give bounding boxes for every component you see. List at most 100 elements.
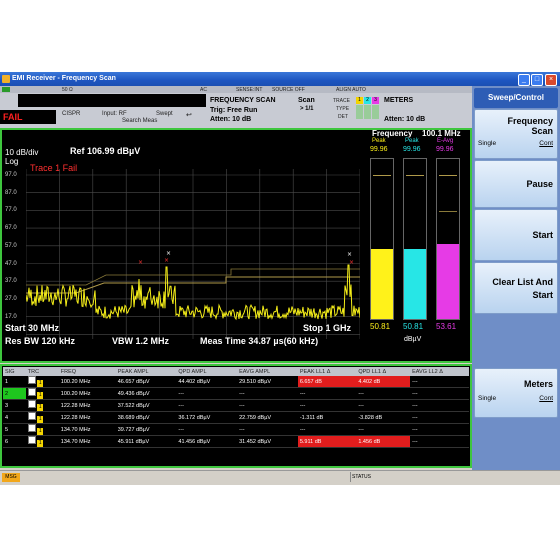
table-row[interactable]: 4 1 122.28 MHz 38.689 dBµV 36.172 dBµV 22.75…: [3, 411, 469, 424]
sense-label: SENSE:INT: [236, 87, 263, 93]
cell-sig: 6: [3, 435, 26, 448]
row-trace-number: 1: [37, 440, 44, 447]
frequency-scan-softkey[interactable]: Frequency Scan Single Cont: [474, 109, 558, 159]
meters-label: METERS: [384, 97, 414, 104]
marker-4: ×: [347, 251, 352, 258]
source-label: SOURCE OFF: [272, 87, 305, 93]
row-trace-number: 1: [37, 428, 44, 435]
frequency-scan-single: Single: [478, 140, 497, 147]
cell-freq: 134.70 MHz: [58, 435, 116, 448]
msg-indicator[interactable]: MSG: [2, 473, 20, 482]
trace-2-indicator: 2: [364, 97, 371, 104]
meter-unit: dBµV: [404, 336, 422, 343]
maximize-button[interactable]: □: [531, 74, 543, 86]
stop-frequency[interactable]: Stop 1 GHz: [303, 323, 351, 333]
clear-list-label-2: Start: [532, 290, 553, 300]
atten-right-label[interactable]: Atten: 10 dB: [384, 116, 425, 123]
col-freq[interactable]: FREQ: [58, 367, 116, 376]
row-trace-number: 1: [37, 380, 44, 387]
y-tick-label: 47.0: [5, 260, 17, 267]
meter-3-reading: 53.61: [436, 322, 457, 331]
row-checkbox[interactable]: [27, 412, 36, 420]
col-qpd-delta[interactable]: QPD LL1 Δ: [356, 367, 411, 376]
table-row[interactable]: 3 1 122.28 MHz 37.522 dBµV --- --- --- --- ---: [3, 399, 469, 412]
log-label: Log: [5, 157, 19, 166]
meter-2-fill: [404, 248, 426, 319]
cell-trc[interactable]: 1: [25, 423, 59, 436]
cell-eavg-delta: ---: [410, 423, 469, 436]
cell-trc[interactable]: 1: [25, 387, 59, 400]
cell-sig: 3: [3, 399, 26, 412]
cell-peak-delta: 6.657 dB: [297, 376, 357, 388]
table-row[interactable]: 5 1 134.70 MHz 39.727 dBµV --- --- --- --- ---: [3, 423, 469, 436]
cell-qpd-delta: ---: [356, 399, 411, 412]
y-tick-label: 27.0: [5, 295, 17, 302]
cell-peak-ampl: 37.522 dBµV: [115, 399, 177, 412]
cell-freq: 122.28 MHz: [58, 411, 116, 424]
clear-list-softkey[interactable]: Clear List And Start: [474, 262, 558, 314]
status-bar: [0, 470, 560, 485]
close-button[interactable]: ×: [545, 74, 557, 86]
cell-sig: 5: [3, 423, 26, 436]
vbw[interactable]: VBW 1.2 MHz: [112, 336, 169, 346]
align-label: ALIGN AUTO: [336, 87, 366, 93]
table-row[interactable]: 6 1 134.70 MHz 45.911 dBµV 41.456 dBµV 31.45…: [3, 435, 469, 448]
ref-level[interactable]: Ref 106.99 dBµV: [70, 146, 140, 156]
table-row[interactable]: 2 1 100.20 MHz 49.436 dBµV --- --- --- --- ---: [3, 387, 469, 400]
det-label: DET: [338, 114, 348, 120]
start-frequency[interactable]: Start 30 MHz: [5, 323, 59, 333]
table-row[interactable]: 1 1 100.20 MHz 46.657 dBµV 44.402 dBµV 29.51…: [3, 376, 469, 388]
row-checkbox[interactable]: [27, 436, 36, 444]
type-label: TYPE: [336, 106, 350, 112]
pause-label: Pause: [526, 179, 553, 189]
pause-softkey[interactable]: Pause: [474, 160, 558, 208]
cell-freq: 100.20 MHz: [58, 376, 116, 388]
col-trc[interactable]: TRC: [25, 367, 59, 376]
row-checkbox[interactable]: [27, 400, 36, 408]
cell-eavg-ampl: 22.759 dBµV: [237, 411, 298, 424]
cell-trc[interactable]: 1: [25, 411, 59, 424]
col-peak-delta[interactable]: PEAK LL1 Δ: [297, 367, 357, 376]
cell-trc[interactable]: 1: [25, 399, 59, 412]
trace-label: TRACE: [333, 98, 350, 104]
spectrum-graph[interactable]: × × × × ×: [26, 169, 360, 339]
row-checkbox[interactable]: [27, 424, 36, 432]
start-label: Start: [532, 230, 553, 240]
status-separator: [350, 472, 351, 482]
table-header-row: SIG TRC FREQ PEAK AMPL QPD AMPL EAVG AMP…: [3, 367, 469, 376]
cell-trc[interactable]: 1: [25, 376, 59, 388]
trigger-label[interactable]: Trig: Free Run: [210, 107, 257, 114]
start-softkey[interactable]: Start: [474, 209, 558, 261]
col-sig[interactable]: SIG: [3, 367, 26, 376]
meas-time: Meas Time 34.87 µs(60 kHz): [200, 336, 319, 346]
cell-eavg-delta: ---: [410, 411, 469, 424]
atten-left-label[interactable]: Atten: 10 dB: [210, 116, 251, 123]
cell-trc[interactable]: 1: [25, 435, 59, 448]
minimize-button[interactable]: _: [518, 74, 530, 86]
col-eavg-ampl[interactable]: EAVG AMPL: [237, 367, 298, 376]
col-peak-ampl[interactable]: PEAK AMPL: [115, 367, 177, 376]
cell-qpd-delta: 4.402 dB: [356, 376, 411, 388]
clear-list-label-1: Clear List And: [492, 277, 553, 287]
meters-softkey[interactable]: Meters Single Cont: [474, 368, 558, 418]
message-box: [18, 94, 206, 107]
col-eavg-delta[interactable]: EAVG LL2 Δ: [410, 367, 469, 376]
frequency-scan-label-2: Scan: [531, 126, 553, 136]
col-qpd-ampl[interactable]: QPD AMPL: [176, 367, 238, 376]
input-label[interactable]: Input: RF: [102, 111, 127, 117]
y-tick-label: 37.0: [5, 278, 17, 285]
row-checkbox[interactable]: [27, 388, 36, 396]
status-label[interactable]: STATUS: [352, 473, 412, 482]
y-tick-label: 67.0: [5, 225, 17, 232]
res-bw[interactable]: Res BW 120 kHz: [5, 336, 75, 346]
cell-peak-ampl: 45.911 dBµV: [115, 435, 177, 448]
cell-freq: 134.70 MHz: [58, 423, 116, 436]
fail-indicator: FAIL: [0, 110, 56, 124]
meter-1-limit: [373, 175, 391, 176]
y-tick-label: 57.0: [5, 242, 17, 249]
meter-3-bar-frame: [436, 158, 460, 320]
meter-frequency-label: Frequency: [372, 129, 413, 138]
row-checkbox[interactable]: [27, 376, 36, 384]
cell-eavg-ampl: 29.510 dBµV: [237, 376, 298, 388]
swept-arrow-icon: ↩: [186, 112, 192, 119]
